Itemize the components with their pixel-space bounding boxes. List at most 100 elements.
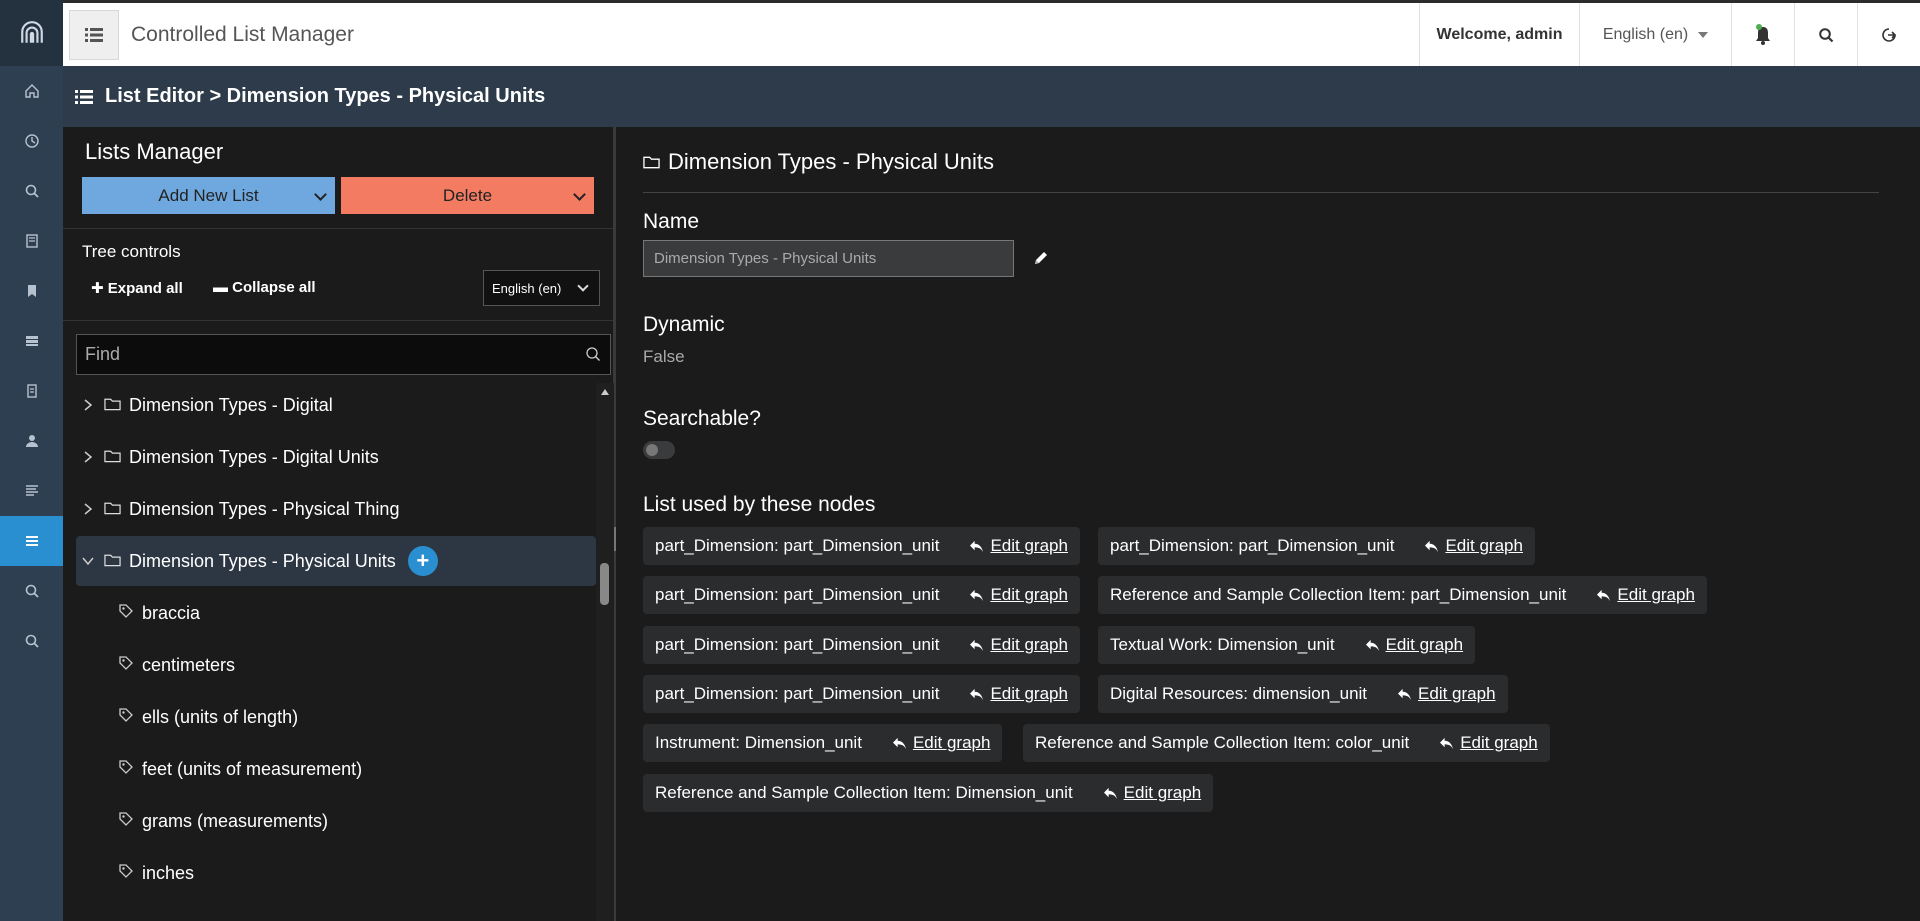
collapse-all-label: Collapse all — [232, 279, 316, 296]
tree-leaf[interactable]: braccia — [118, 588, 200, 638]
search-icon[interactable] — [0, 166, 63, 216]
tree-scrollbar[interactable] — [596, 383, 614, 921]
tree-leaf-label: ells (units of length) — [142, 706, 299, 727]
notifications-button[interactable] — [1731, 3, 1794, 66]
searchable-toggle[interactable] — [643, 441, 675, 459]
expand-all-button[interactable]: ✚ Expand all — [91, 279, 183, 297]
chevron-down-icon — [314, 188, 327, 201]
edit-graph-text[interactable]: Edit graph — [990, 585, 1068, 605]
edit-graph-link[interactable]: Edit graph — [892, 733, 991, 753]
chevron-down-icon[interactable] — [76, 556, 100, 566]
search-icon[interactable] — [0, 566, 63, 616]
top-bar-right: Welcome, admin English (en) — [1419, 3, 1920, 66]
logout-button[interactable] — [1857, 3, 1920, 66]
edit-graph-link[interactable]: Edit graph — [1439, 733, 1538, 753]
delete-label: Delete — [442, 185, 493, 205]
reply-icon — [1365, 639, 1379, 651]
edit-graph-link[interactable]: Edit graph — [1424, 536, 1523, 556]
edit-graph-text[interactable]: Edit graph — [990, 536, 1068, 556]
edit-graph-text[interactable]: Edit graph — [1460, 733, 1538, 753]
node-label: part_Dimension: part_Dimension_unit — [655, 684, 940, 703]
tree-item-dimension-types-digital[interactable]: Dimension Types - Digital — [76, 380, 596, 430]
add-new-list-button[interactable]: Add New List — [82, 177, 335, 214]
tag-icon — [118, 759, 134, 780]
chevron-down-icon — [573, 188, 586, 201]
text-icon[interactable] — [0, 466, 63, 516]
clock-icon[interactable] — [0, 116, 63, 166]
node-chip: part_Dimension: part_Dimension_unit Edit… — [643, 527, 1080, 565]
search-icon[interactable] — [0, 616, 63, 666]
list-icon — [85, 27, 103, 42]
edit-graph-text[interactable]: Edit graph — [1124, 783, 1202, 803]
edit-graph-link[interactable]: Edit graph — [969, 536, 1068, 556]
node-label: Reference and Sample Collection Item: pa… — [1110, 585, 1567, 604]
chevron-right-icon[interactable] — [76, 503, 100, 515]
tree-leaf[interactable]: ells (units of length) — [118, 692, 298, 742]
database-icon[interactable] — [0, 316, 63, 366]
tree-leaf[interactable]: grams (measurements) — [118, 796, 328, 846]
tag-icon — [118, 603, 134, 624]
document-icon[interactable] — [0, 366, 63, 416]
divider — [643, 192, 1879, 193]
edit-graph-text[interactable]: Edit graph — [1445, 536, 1523, 556]
pencil-icon[interactable] — [1032, 249, 1050, 267]
chevron-right-icon[interactable] — [76, 399, 100, 411]
toggle-knob — [646, 444, 658, 456]
list-icon — [75, 89, 93, 104]
logo-icon[interactable] — [0, 0, 63, 66]
edit-graph-text[interactable]: Edit graph — [913, 733, 991, 753]
edit-graph-text[interactable]: Edit graph — [990, 684, 1068, 704]
search-button[interactable] — [1794, 3, 1857, 66]
language-dropdown[interactable]: English (en) — [1579, 3, 1731, 66]
user-icon[interactable] — [0, 416, 63, 466]
edit-graph-link[interactable]: Edit graph — [1596, 585, 1695, 605]
add-new-list-label: Add New List — [158, 185, 259, 205]
app-root: Controlled List Manager Welcome, admin E… — [0, 0, 1920, 921]
list-icon[interactable] — [0, 516, 63, 566]
nav-rail — [0, 0, 63, 921]
edit-graph-text[interactable]: Edit graph — [1386, 635, 1464, 655]
plus-icon: ✚ — [91, 280, 108, 297]
tree-item-dimension-types-physical-thing[interactable]: Dimension Types - Physical Thing — [76, 484, 596, 534]
edit-graph-text[interactable]: Edit graph — [1617, 585, 1695, 605]
reply-icon — [1597, 589, 1611, 601]
add-item-button[interactable]: + — [407, 546, 438, 576]
node-label: Reference and Sample Collection Item: co… — [1035, 733, 1410, 752]
tree-language-label: English (en) — [492, 280, 562, 296]
reply-icon — [970, 688, 984, 700]
panel-title: Lists Manager — [85, 139, 224, 164]
folder-icon — [104, 551, 121, 572]
tree-language-select[interactable]: English (en) — [483, 270, 600, 306]
tree-leaf[interactable]: inches — [118, 848, 194, 898]
edit-graph-text[interactable]: Edit graph — [1418, 684, 1496, 704]
tree-leaf[interactable]: feet (units of measurement) — [118, 744, 362, 794]
edit-graph-link[interactable]: Edit graph — [969, 635, 1068, 655]
edit-graph-text[interactable]: Edit graph — [990, 635, 1068, 655]
bookmark-icon[interactable] — [0, 266, 63, 316]
find-input[interactable] — [76, 334, 611, 375]
edit-graph-link[interactable]: Edit graph — [969, 684, 1068, 704]
edit-graph-link[interactable]: Edit graph — [1365, 635, 1464, 655]
edit-graph-link[interactable]: Edit graph — [1103, 783, 1202, 803]
name-field[interactable] — [643, 240, 1014, 277]
tree-item-dimension-types-physical-units[interactable]: Dimension Types - Physical Units + — [76, 536, 596, 586]
tree-item-dimension-types-digital-units[interactable]: Dimension Types - Digital Units — [76, 432, 596, 482]
name-label: Name — [643, 210, 700, 233]
scrollbar-thumb[interactable] — [600, 563, 609, 605]
chevron-right-icon[interactable] — [76, 451, 100, 463]
reply-icon — [970, 589, 984, 601]
home-icon[interactable] — [0, 66, 63, 116]
dynamic-value: False — [643, 347, 685, 366]
delete-button[interactable]: Delete — [341, 177, 594, 214]
edit-graph-link[interactable]: Edit graph — [1397, 684, 1496, 704]
book-icon[interactable] — [0, 216, 63, 266]
scroll-up-arrow-icon[interactable] — [601, 389, 609, 395]
bell-icon — [1756, 23, 1770, 45]
caret-down-icon — [1698, 31, 1709, 38]
menu-toggle-button[interactable] — [69, 9, 119, 60]
tree-leaf[interactable]: centimeters — [118, 640, 235, 690]
node-label: part_Dimension: part_Dimension_unit — [655, 585, 940, 604]
edit-graph-link[interactable]: Edit graph — [969, 585, 1068, 605]
search-icon[interactable] — [585, 346, 601, 362]
collapse-all-button[interactable]: ▬ Collapse all — [213, 279, 316, 296]
